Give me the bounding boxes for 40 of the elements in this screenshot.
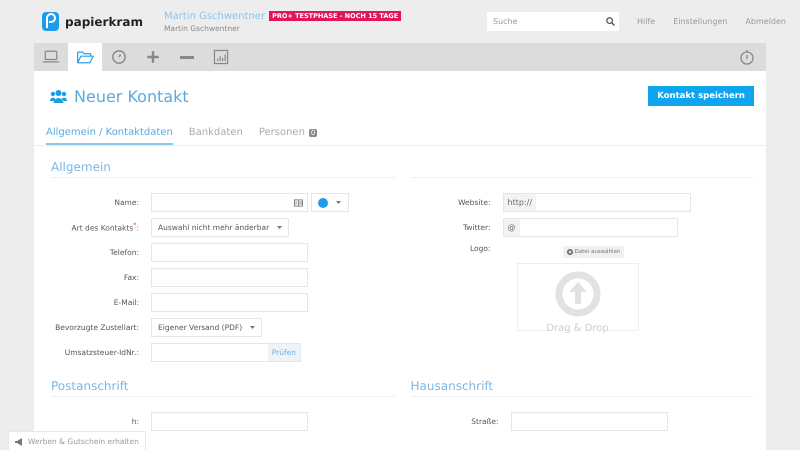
tab[interactable]: Allgemein / Kontaktdaten	[46, 127, 173, 145]
clock-icon	[110, 48, 128, 66]
input-field[interactable]: @	[502, 218, 678, 237]
toolbar-tab[interactable]	[68, 43, 102, 71]
upload-icon	[554, 271, 600, 317]
nav-link[interactable]: Einstellungen	[673, 17, 728, 26]
page-title: Neuer Kontakt	[74, 86, 189, 106]
section-title: Hausanschrift	[410, 365, 754, 397]
input-field[interactable]	[151, 293, 308, 312]
search-input[interactable]: Suche	[491, 16, 606, 27]
minus-icon	[178, 56, 196, 58]
bar-chart-icon	[212, 48, 230, 66]
input-field[interactable]	[510, 412, 668, 431]
address-card-icon	[294, 198, 303, 206]
input-field[interactable]	[151, 268, 308, 287]
caret-icon	[250, 326, 256, 329]
input-prefix: @	[504, 219, 520, 236]
section-title: Allgemein	[51, 146, 394, 178]
input-field[interactable]	[151, 243, 308, 262]
color-picker[interactable]	[311, 193, 349, 212]
input-field[interactable]: http://	[502, 193, 690, 212]
section-title: Postanschrift	[51, 365, 394, 397]
logo-icon	[42, 12, 59, 31]
user-name[interactable]: Martin Gschwentner	[164, 10, 266, 22]
input-prefix: http://	[504, 194, 536, 211]
tab[interactable]: Bankdaten	[188, 127, 243, 145]
nav-link[interactable]: Abmelden	[745, 17, 786, 26]
search-field[interactable]: Suche	[487, 12, 619, 31]
input-field[interactable]	[151, 412, 308, 431]
caret-icon	[277, 226, 282, 229]
stopwatch-icon[interactable]	[740, 49, 754, 65]
caret-icon	[336, 201, 341, 204]
name-field[interactable]	[151, 193, 308, 212]
megaphone-icon	[15, 438, 24, 446]
nav-link[interactable]: Hilfe	[637, 17, 656, 26]
plus-circle-icon	[566, 249, 573, 255]
search-icon	[606, 17, 615, 26]
brand-name: papierkram	[65, 14, 143, 28]
users-icon	[50, 89, 67, 103]
save-button[interactable]: Kontakt speichern	[648, 86, 754, 106]
